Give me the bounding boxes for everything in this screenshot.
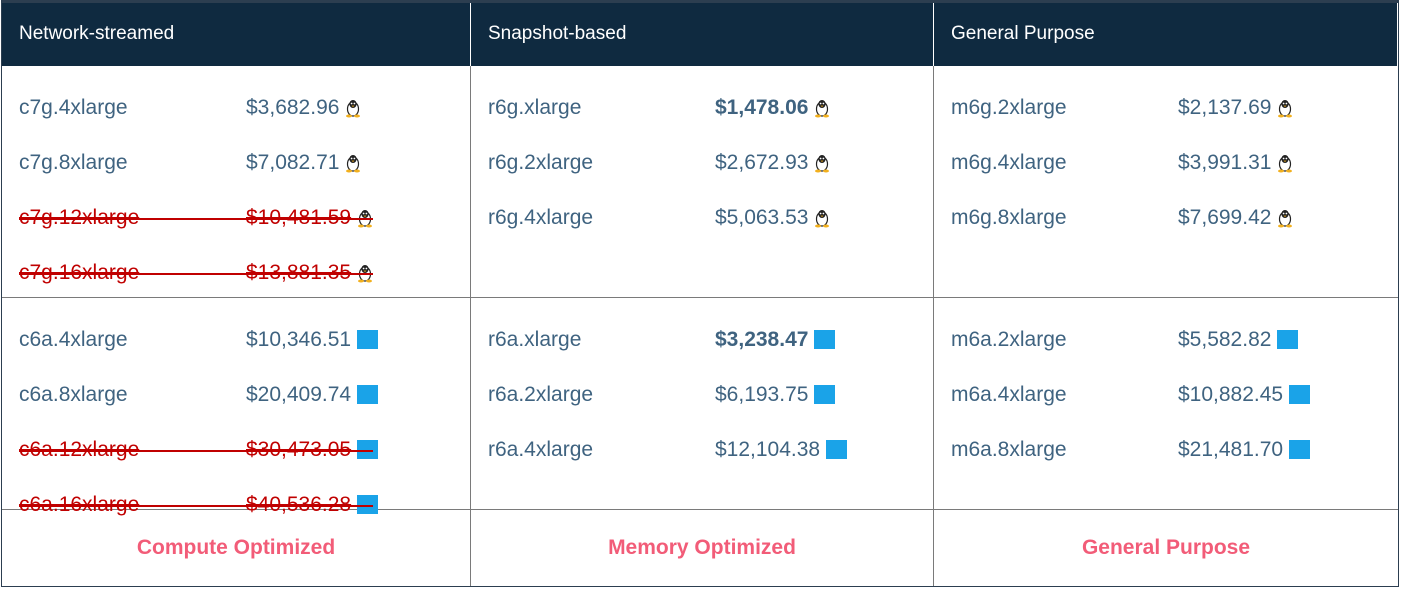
instance-name: m6g.8xlarge [951,205,1067,229]
instance-row: m6g.4xlarge $3,991.31 [934,135,1398,190]
pricing-table: Network-streamed Snapshot-based General … [1,0,1399,587]
windows-icon [1289,385,1311,404]
instance-name: r6g.4xlarge [488,205,594,229]
instance-row: r6a.xlarge $3,238.47 [471,312,933,367]
instance-name: r6g.2xlarge [488,150,594,174]
instance-name: m6g.4xlarge [951,150,1067,174]
instance-row: c6a.16xlarge $40,536.28 [2,477,470,532]
graviton-general-cell: m6g.2xlarge $2,137.69 m6g.4xlarge $3,991.31… [934,66,1398,298]
instance-row: c7g.12xlarge $10,481.59 [2,190,470,245]
instance-row: r6g.4xlarge $5,063.53 [471,190,933,245]
linux-icon [814,153,830,173]
strikethrough-line [19,273,373,275]
instance-row: m6a.4xlarge $10,882.45 [934,367,1398,422]
instance-row: c7g.16xlarge $13,881.35 [2,245,470,300]
instance-price: $1,478.06 [715,96,830,120]
instance-row: m6g.8xlarge $7,699.42 [934,190,1398,245]
instance-price: $2,137.69 [1178,96,1293,120]
linux-icon [1277,98,1293,118]
instance-price: $10,346.51 [246,328,379,352]
instance-price: $2,672.93 [715,151,830,175]
instance-price: $12,104.38 [715,438,848,462]
footer-general-purpose: General Purpose [1081,536,1251,559]
linux-icon [814,208,830,228]
instance-row: c7g.8xlarge $7,082.71 [2,135,470,190]
instance-price: $10,882.45 [1178,383,1311,407]
instance-row: m6a.2xlarge $5,582.82 [934,312,1398,367]
graviton-compute-cell: c7g.4xlarge $3,682.96 c7g.8xlarge $7,082.71… [2,66,471,298]
header-snapshot-based: Snapshot-based [471,1,934,66]
linux-icon [345,153,361,173]
windows-icon [357,385,379,404]
instance-name: r6a.2xlarge [488,382,594,406]
footer-memory-optimized: Memory Optimized [471,510,934,586]
strikethrough-line [19,505,373,507]
instance-price: $3,682.96 [246,96,361,120]
linux-icon [1277,208,1293,228]
strikethrough-line [19,218,373,220]
instance-name: m6g.2xlarge [951,95,1067,119]
windows-icon [826,440,848,459]
instance-name: m6a.8xlarge [951,437,1067,461]
instance-price: $5,063.53 [715,206,830,230]
instance-price: $21,481.70 [1178,438,1311,462]
header-network-streamed: Network-streamed [2,1,471,66]
instance-name: r6g.xlarge [488,95,582,119]
strikethrough-line [19,450,373,452]
windows-icon [1289,440,1311,459]
instance-row: m6a.8xlarge $21,481.70 [934,422,1398,477]
instance-name: c7g.8xlarge [19,150,128,174]
windows-icon [357,330,379,349]
instance-price: $3,991.31 [1178,151,1293,175]
amd-memory-cell: r6a.xlarge $3,238.47 r6a.2xlarge $6,193.75 r… [471,298,934,510]
instance-row: r6g.xlarge $1,478.06 [471,80,933,135]
graviton-memory-cell: r6g.xlarge $1,478.06 r6g.2xlarge $2,672.93 r… [471,66,934,298]
instance-price: $7,082.71 [246,151,361,175]
linux-icon [814,98,830,118]
instance-price: $5,582.82 [1178,328,1299,352]
instance-price: $3,238.47 [715,328,836,352]
windows-icon [814,385,836,404]
amd-compute-cell: c6a.4xlarge $10,346.51 c6a.8xlarge $20,409.… [2,298,471,516]
instance-row: r6a.2xlarge $6,193.75 [471,367,933,422]
instance-row: r6a.4xlarge $12,104.38 [471,422,933,477]
instance-row: r6g.2xlarge $2,672.93 [471,135,933,190]
instance-name: r6a.4xlarge [488,437,594,461]
instance-row: c6a.4xlarge $10,346.51 [2,312,470,367]
instance-price: $7,699.42 [1178,206,1293,230]
instance-price: $20,409.74 [246,383,379,407]
linux-icon [345,98,361,118]
header-general-purpose: General Purpose [934,1,1398,66]
instance-name: c6a.4xlarge [19,327,128,351]
instance-row: c7g.4xlarge $3,682.96 [2,80,470,135]
windows-icon [1277,330,1299,349]
instance-price: $6,193.75 [715,383,836,407]
windows-icon [814,330,836,349]
instance-name: m6a.4xlarge [951,382,1067,406]
instance-row: c6a.12xlarge $30,473.05 [2,422,470,477]
instance-name: r6a.xlarge [488,327,582,351]
amd-general-cell: m6a.2xlarge $5,582.82 m6a.4xlarge $10,882.4… [934,298,1398,510]
instance-name: m6a.2xlarge [951,327,1067,351]
instance-name: c6a.8xlarge [19,382,128,406]
instance-name: c7g.4xlarge [19,95,128,119]
instance-row: m6g.2xlarge $2,137.69 [934,80,1398,135]
instance-row: c6a.8xlarge $20,409.74 [2,367,470,422]
linux-icon [1277,153,1293,173]
